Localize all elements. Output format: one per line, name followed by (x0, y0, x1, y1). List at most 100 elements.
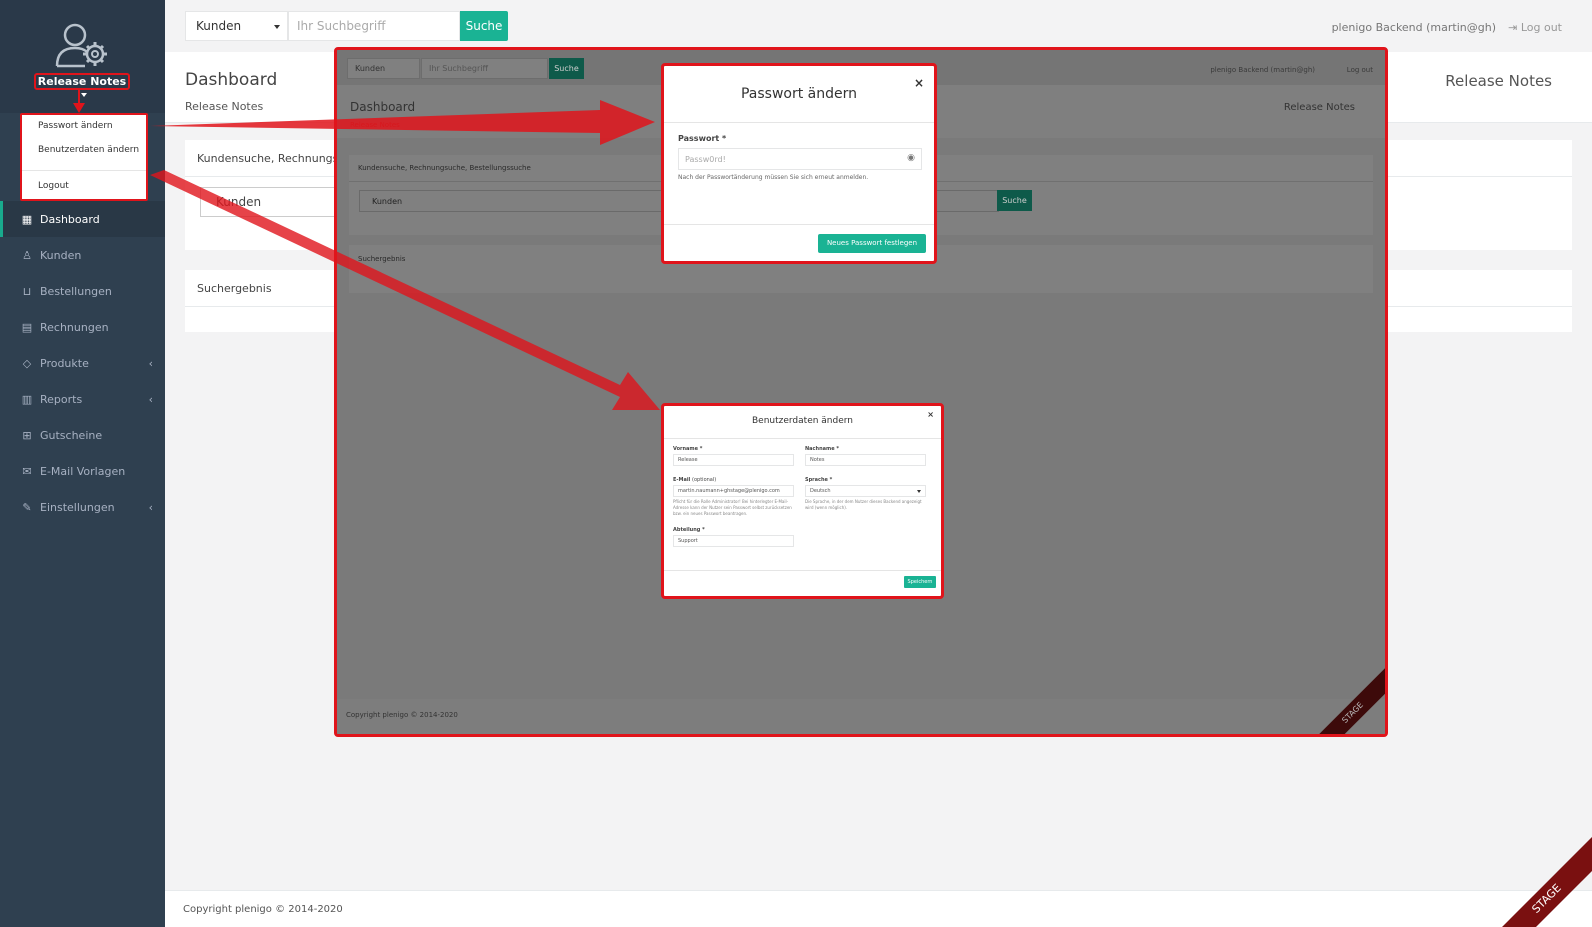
shot-result-title: Suchergebnis (358, 255, 406, 263)
search-input[interactable]: Ihr Suchbegriff (288, 11, 460, 41)
sidebar-item-label: Produkte (40, 356, 89, 370)
close-icon[interactable]: × (927, 410, 934, 419)
breadcrumb[interactable]: Release Notes (185, 100, 263, 113)
lastname-label: Nachname * (805, 446, 839, 452)
topbar: Kunden Ihr Suchbegriff Suche plenigo Bac… (165, 0, 1592, 52)
sidebar-item-label: Dashboard (40, 212, 100, 226)
stage-label: STAGE (1502, 837, 1592, 927)
caret-down-icon (80, 93, 87, 97)
chevron-left-icon: ‹ (148, 392, 153, 406)
language-select[interactable]: Deutsch (805, 485, 926, 497)
shot-search-button: Suche (549, 58, 584, 79)
language-label: Sprache * (805, 477, 833, 483)
dropdown-item-change-userdata[interactable]: Benutzerdaten ändern (38, 145, 139, 155)
department-label: Abteilung * (673, 527, 705, 533)
dropdown-item-logout[interactable]: Logout (38, 181, 69, 191)
dropdown-divider (22, 170, 146, 171)
password-help: Nach der Passwortänderung müssen Sie sic… (678, 174, 869, 181)
set-password-button[interactable]: Neues Passwort festlegen (818, 234, 926, 253)
shot-breadcrumb: Release Notes (350, 121, 400, 129)
gift-icon: ⊞ (22, 428, 32, 442)
firstname-label: Vorname * (673, 446, 703, 452)
grid-icon: ▦ (21, 212, 33, 226)
sidebar-item-label: Bestellungen (40, 284, 112, 298)
shot-copyright: Copyright plenigo © 2014-2020 (346, 711, 458, 719)
sidebar-item-einstellungen[interactable]: ✎ Einstellungen ‹ (0, 489, 165, 525)
wrench-icon: ✎ (22, 500, 32, 514)
password-label: Passwort * (678, 134, 727, 143)
search-type-select[interactable]: Kunden (185, 11, 288, 41)
lastname-field[interactable]: Notes (805, 454, 926, 466)
save-button[interactable]: Speichern (904, 576, 936, 588)
result-panel-title: Suchergebnis (197, 282, 272, 295)
language-value: Deutsch (810, 488, 831, 494)
shot-search-input: Ihr Suchbegriff (421, 58, 548, 79)
basket-icon: ⊔ (22, 284, 32, 298)
bar-chart-icon: ▥ (21, 392, 33, 406)
password-field[interactable]: Passw0rd! ◉ (678, 148, 922, 170)
department-field[interactable]: Support (673, 535, 794, 547)
mail-settings-icon: ✉ (22, 464, 32, 478)
dropdown-item-change-password[interactable]: Passwort ändern (38, 121, 113, 131)
panel-search-select[interactable]: Kunden (200, 187, 340, 217)
sidebar-item-kunden[interactable]: ♙ Kunden (0, 237, 165, 273)
shot-panel-button: Suche (997, 190, 1032, 211)
sidebar-item-label: Gutscheine (40, 428, 103, 442)
sidebar-item-label: Rechnungen (40, 320, 109, 334)
sidebar-item-gutscheine[interactable]: ⊞ Gutscheine (0, 417, 165, 453)
userdata-modal: Benutzerdaten ändern × Vorname * Release… (661, 403, 944, 599)
logout-link[interactable]: ⇥ Log out (1508, 21, 1562, 34)
profile-dropdown: Passwort ändern Benutzerdaten ändern Log… (20, 113, 148, 201)
sidebar-item-label: E-Mail Vorlagen (40, 464, 126, 478)
chevron-left-icon: ‹ (148, 356, 153, 370)
search-panel-title: Kundensuche, Rechnungsuc (197, 152, 352, 165)
logout-label: Log out (1520, 21, 1562, 34)
modal-title: Benutzerdaten ändern (751, 416, 854, 426)
modal-title: Passwort ändern (740, 86, 858, 102)
sidebar-item-label: Reports (40, 392, 83, 406)
firstname-field[interactable]: Release (673, 454, 794, 466)
sidebar-nav: ▦ Dashboard ♙ Kunden ⊔ Bestellungen ▤ Re… (0, 201, 165, 525)
profile-menu-toggle[interactable]: Release Notes (34, 73, 130, 97)
email-label: E-Mail (optional) (673, 477, 717, 483)
sidebar-header: Release Notes (0, 0, 165, 113)
caret-down-icon (917, 490, 921, 493)
sidebar-item-rechnungen[interactable]: ▤ Rechnungen (0, 309, 165, 345)
stage-ribbon: STAGE (1502, 837, 1592, 927)
shot-panel-title: Kundensuche, Rechnungsuche, Bestellungss… (358, 164, 531, 172)
modal-divider (664, 438, 941, 439)
profile-name: Release Notes (37, 75, 127, 88)
modal-divider (664, 122, 934, 123)
sidebar-item-dashboard[interactable]: ▦ Dashboard (0, 201, 165, 237)
shot-logout: Log out (1346, 66, 1373, 74)
user-settings-icon (55, 23, 107, 68)
shot-right-title: Release Notes (1283, 102, 1355, 113)
user-label: plenigo Backend (martin@gh) (1331, 21, 1496, 34)
search-button[interactable]: Suche (460, 11, 508, 41)
shot-title: Dashboard (350, 100, 416, 114)
sign-out-icon: ⇥ (1508, 21, 1521, 34)
email-field[interactable]: martin.naumann+ghstage@plenigo.com (673, 485, 794, 497)
sidebar-item-email-vorlagen[interactable]: ✉ E-Mail Vorlagen (0, 453, 165, 489)
sidebar-item-reports[interactable]: ▥ Reports ‹ (0, 381, 165, 417)
search-type-value: Kunden (196, 19, 242, 33)
shot-user-label: plenigo Backend (martin@gh) (1210, 66, 1315, 74)
page-title: Dashboard (185, 70, 278, 90)
caret-down-icon (274, 25, 280, 29)
sidebar-item-produkte[interactable]: ◇ Produkte ‹ (0, 345, 165, 381)
modal-divider (664, 224, 934, 225)
tag-icon: ◇ (22, 356, 32, 370)
release-notes-title: Release Notes (1445, 72, 1552, 90)
shot-stage-ribbon: STAGE (1319, 668, 1385, 734)
email-help: Pflicht für die Rolle Administrator! Bei… (673, 499, 792, 516)
shot-footer: Copyright plenigo © 2014-2020 (337, 699, 1385, 734)
sidebar-item-label: Einstellungen (40, 500, 115, 514)
footer: Copyright plenigo © 2014-2020 (165, 890, 1592, 927)
shot-stage-label: STAGE (1319, 668, 1385, 734)
sidebar-item-bestellungen[interactable]: ⊔ Bestellungen (0, 273, 165, 309)
password-placeholder: Passw0rd! (685, 155, 726, 164)
close-icon[interactable]: × (914, 76, 924, 90)
sidebar-item-label: Kunden (40, 248, 82, 262)
eye-icon[interactable]: ◉ (907, 153, 915, 163)
password-modal: Passwort ändern × Passwort * Passw0rd! ◉… (661, 63, 937, 264)
